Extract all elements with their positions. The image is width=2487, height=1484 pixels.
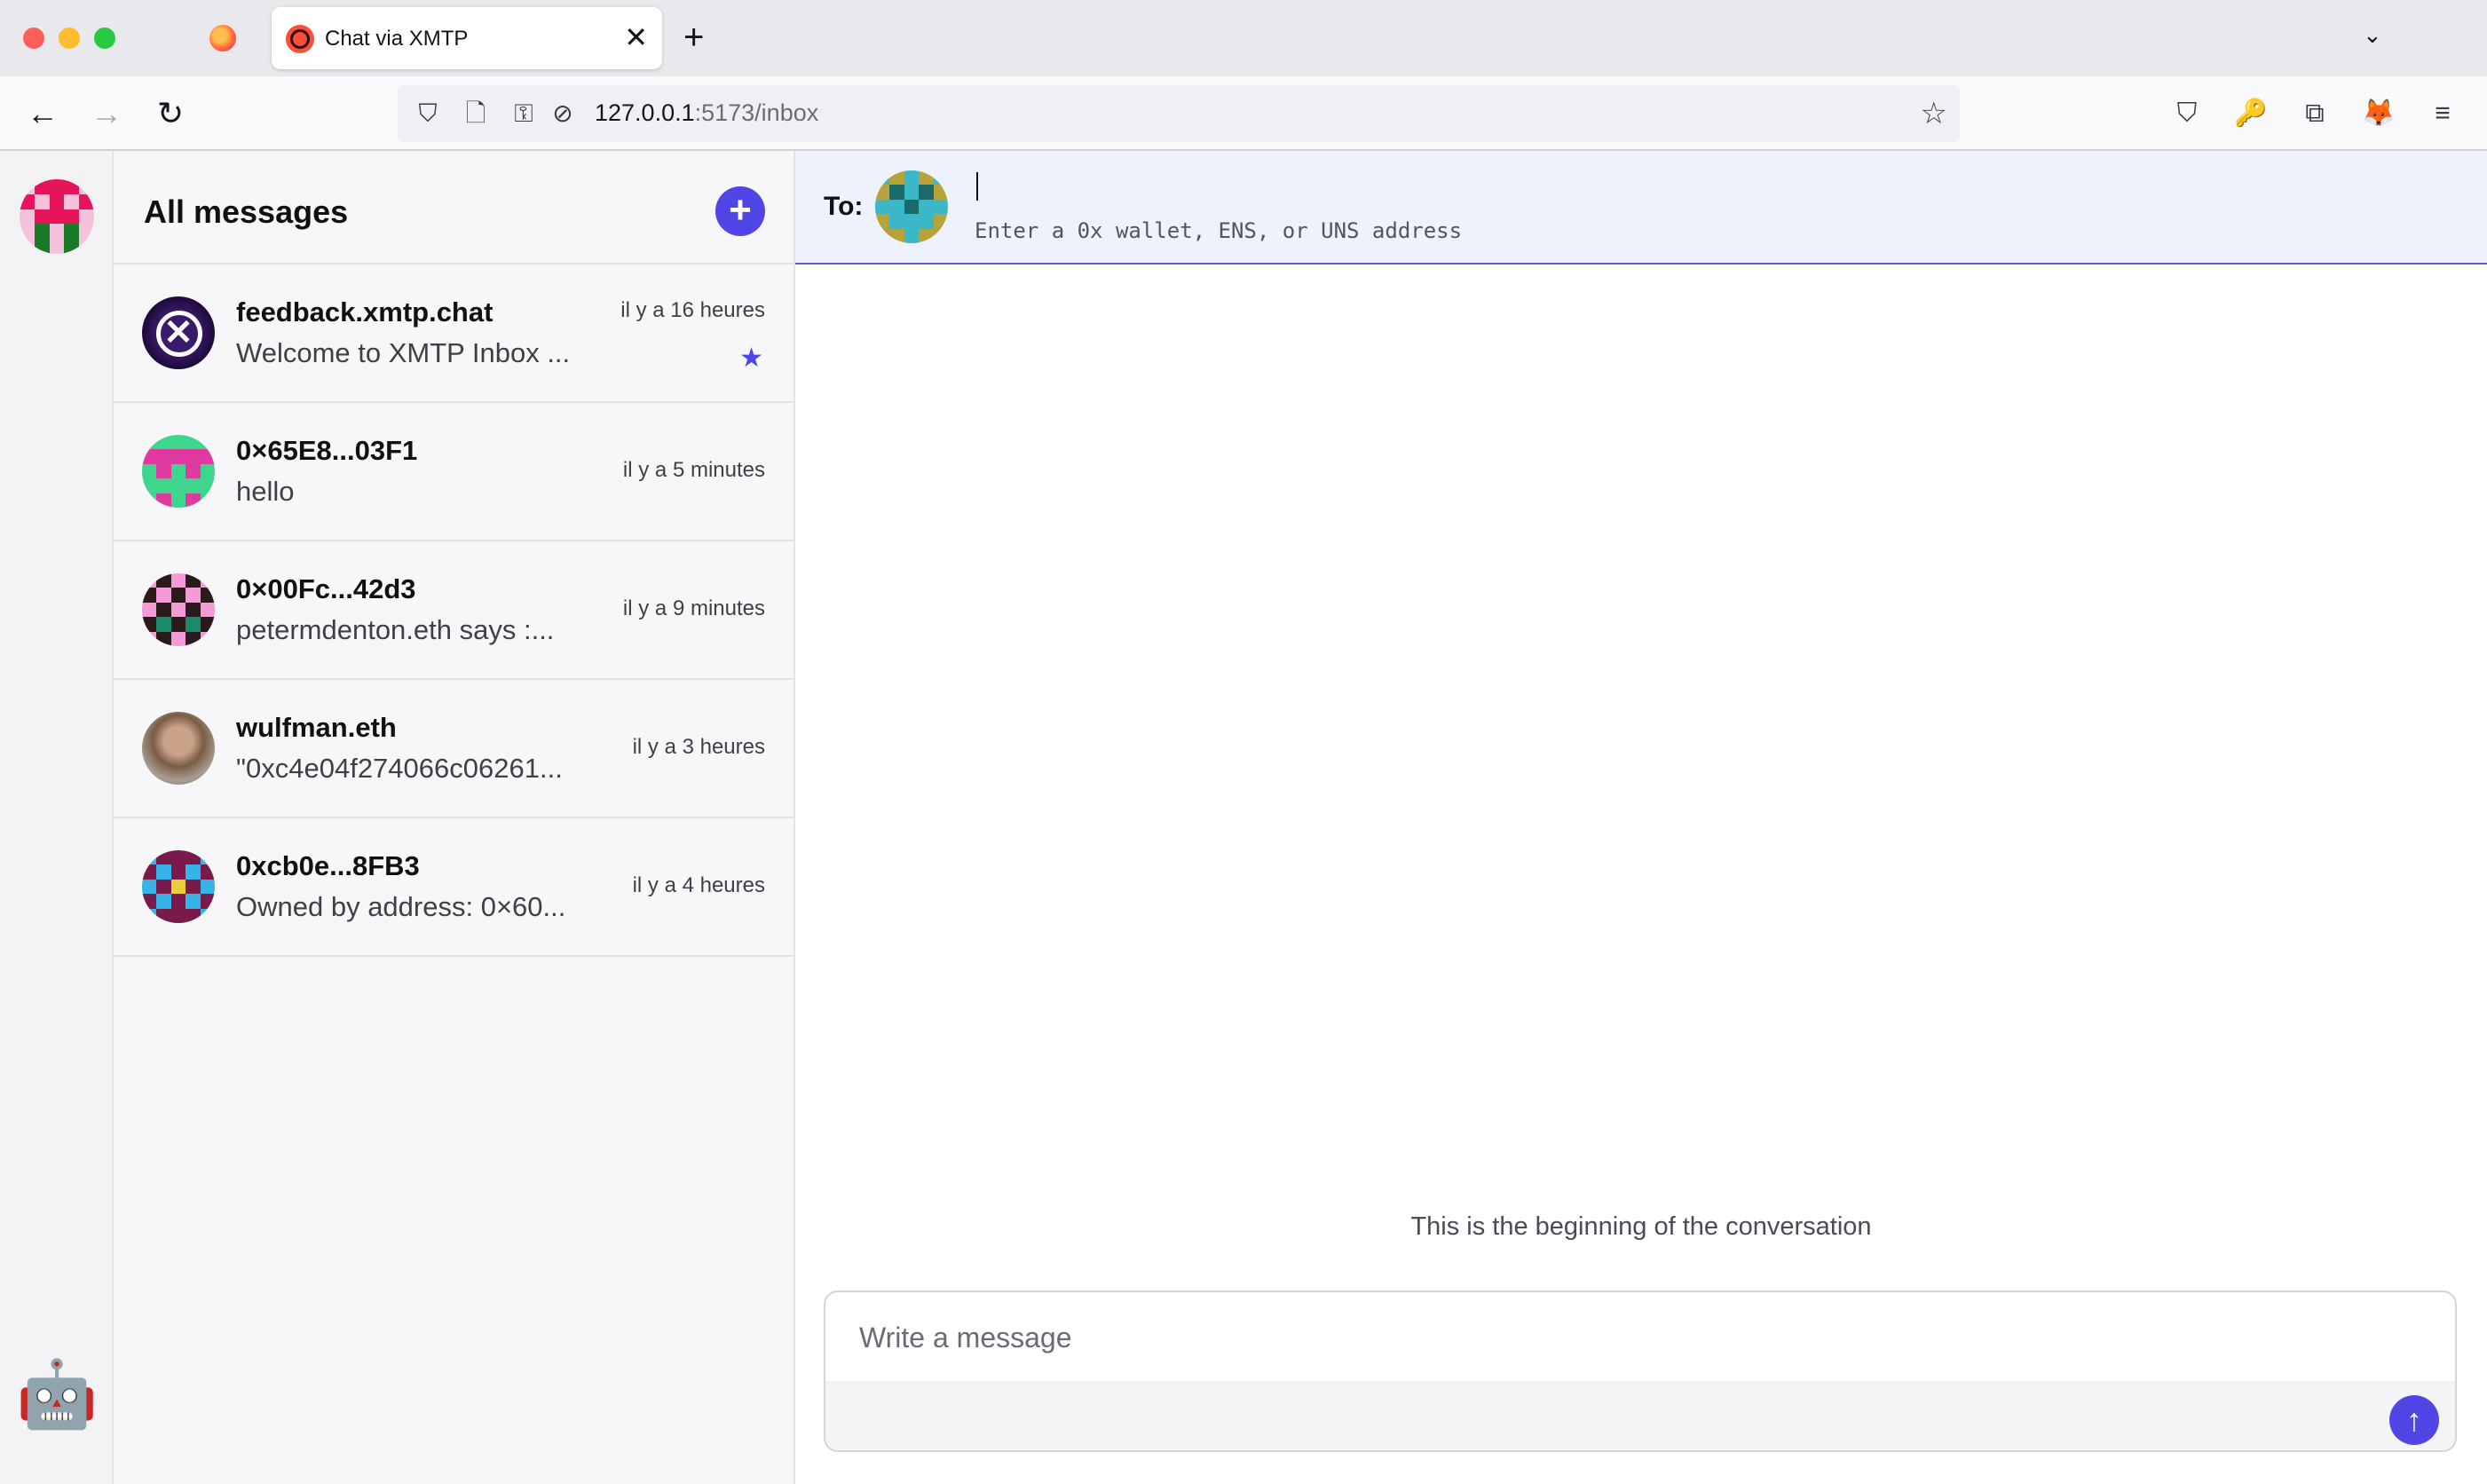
robot-icon[interactable]: 🤖 [16, 1354, 98, 1434]
conversation-name: wulfman.eth [236, 712, 397, 743]
conversation-item[interactable]: 0×00Fc...42d3 petermdenton.eth says :...… [114, 541, 793, 680]
conversation-avatar [142, 435, 215, 508]
star-icon: ★ [739, 343, 763, 373]
conversation-preview: Owned by address: 0×60... [236, 891, 566, 922]
url-bar[interactable]: ⛉ 🗋 ⚿ ⊘ 127.0.0.1:5173/inbox ☆ [398, 85, 1960, 142]
window-minimize-button[interactable] [59, 28, 80, 49]
back-button[interactable]: ← [21, 92, 64, 135]
firefox-view-icon[interactable] [209, 25, 236, 51]
browser-navigation-bar: ← → ↻ ⛉ 🗋 ⚿ ⊘ 127.0.0.1:5173/inbox ☆ ⛉ 🔑… [0, 76, 2487, 151]
camera-blocked-icon[interactable]: ⊘ [545, 96, 580, 131]
conversation-name: 0×65E8...03F1 [236, 435, 418, 466]
tracking-shield-icon[interactable]: ⛉ [410, 96, 446, 131]
conversation-time: il y a 9 minutes [622, 596, 765, 620]
url-text[interactable]: 127.0.0.1:5173/inbox [595, 99, 818, 127]
conversation-preview: petermdenton.eth says :... [236, 614, 555, 645]
conversation-preview: hello [236, 476, 295, 507]
recipient-address-input[interactable] [973, 167, 2393, 206]
conversation-time: il y a 3 heures [632, 735, 765, 759]
conversation-name: 0×00Fc...42d3 [236, 573, 416, 604]
conversation-list-header: All messages + [114, 151, 793, 264]
recipient-bar: To: Enter a 0x wallet, ENS, or UNS addre… [795, 151, 2487, 264]
conversation-avatar [142, 573, 215, 646]
conversation-item[interactable]: 0×65E8...03F1 hello il y a 5 minutes [114, 403, 793, 541]
recipient-hint: Enter a 0x wallet, ENS, or UNS address [975, 218, 1463, 243]
extensions-icon[interactable]: ⧉ [2295, 94, 2334, 133]
xmtp-logo-avatar: ✕ [142, 296, 215, 369]
conversation-item[interactable]: wulfman.eth "0xc4e04f274066c06261... il … [114, 680, 793, 818]
text-caret [976, 172, 978, 201]
to-label: To: [824, 192, 864, 221]
new-conversation-button[interactable]: + [715, 186, 765, 236]
forward-button[interactable]: → [85, 92, 128, 135]
browser-tab-bar: Chat via XMTP ✕ + ⌄ [0, 0, 2487, 76]
chat-pane: To: Enter a 0x wallet, ENS, or UNS addre… [795, 151, 2487, 1484]
message-composer: ↑ [824, 1291, 2457, 1452]
user-avatar[interactable] [20, 179, 94, 254]
conversation-name: 0xcb0e...8FB3 [236, 850, 420, 881]
conversation-item-feedback[interactable]: ✕ feedback.xmtp.chat Welcome to XMTP Inb… [114, 264, 793, 403]
permissions-icon[interactable]: ⚿ [506, 96, 541, 131]
tab-title: Chat via XMTP [325, 27, 469, 51]
left-rail: 🤖 [0, 151, 114, 1484]
message-input[interactable] [859, 1315, 2368, 1360]
tab-list-chevron-icon[interactable]: ⌄ [2363, 21, 2382, 49]
new-tab-button[interactable]: + [683, 18, 704, 57]
pocket-icon[interactable]: ⛉ [2167, 94, 2207, 133]
xmtp-favicon-icon [286, 25, 314, 53]
page-info-icon[interactable]: 🗋 [458, 96, 493, 131]
reload-button[interactable]: ↻ [149, 92, 192, 135]
conversation-list: All messages + ✕ feedback.xmtp.chat Welc… [114, 151, 795, 1484]
conversation-avatar [142, 850, 215, 923]
bookmark-star-icon[interactable]: ☆ [1921, 94, 1947, 133]
conversation-preview: "0xc4e04f274066c06261... [236, 753, 563, 784]
conversation-name: feedback.xmtp.chat [236, 296, 493, 328]
xmtp-inbox-app: 🤖 All messages + ✕ feedback.xmtp.chat We… [0, 151, 2487, 1484]
conversation-item[interactable]: 0xcb0e...8FB3 Owned by address: 0×60... … [114, 818, 793, 957]
conversation-avatar-photo [142, 712, 215, 785]
metamask-icon[interactable]: 🦊 [2359, 94, 2398, 133]
conversation-time: il y a 16 heures [620, 298, 765, 322]
tab-close-icon[interactable]: ✕ [624, 20, 648, 55]
window-close-button[interactable] [23, 28, 44, 49]
window-maximize-button[interactable] [94, 28, 115, 49]
send-button[interactable]: ↑ [2389, 1395, 2439, 1445]
tab-chat-via-xmtp[interactable]: Chat via XMTP ✕ [272, 7, 662, 69]
key-extension-icon[interactable]: 🔑 [2231, 94, 2270, 133]
conversation-preview: Welcome to XMTP Inbox ... [236, 337, 571, 368]
conversation-time: il y a 4 heures [632, 873, 765, 897]
conversation-time: il y a 5 minutes [622, 458, 765, 482]
recipient-avatar [875, 170, 948, 243]
hamburger-menu-icon[interactable]: ≡ [2423, 94, 2462, 133]
conversation-start-notice: This is the beginning of the conversatio… [1410, 1212, 1872, 1241]
composer-input-area [825, 1292, 2455, 1381]
page-title: All messages [144, 193, 349, 230]
